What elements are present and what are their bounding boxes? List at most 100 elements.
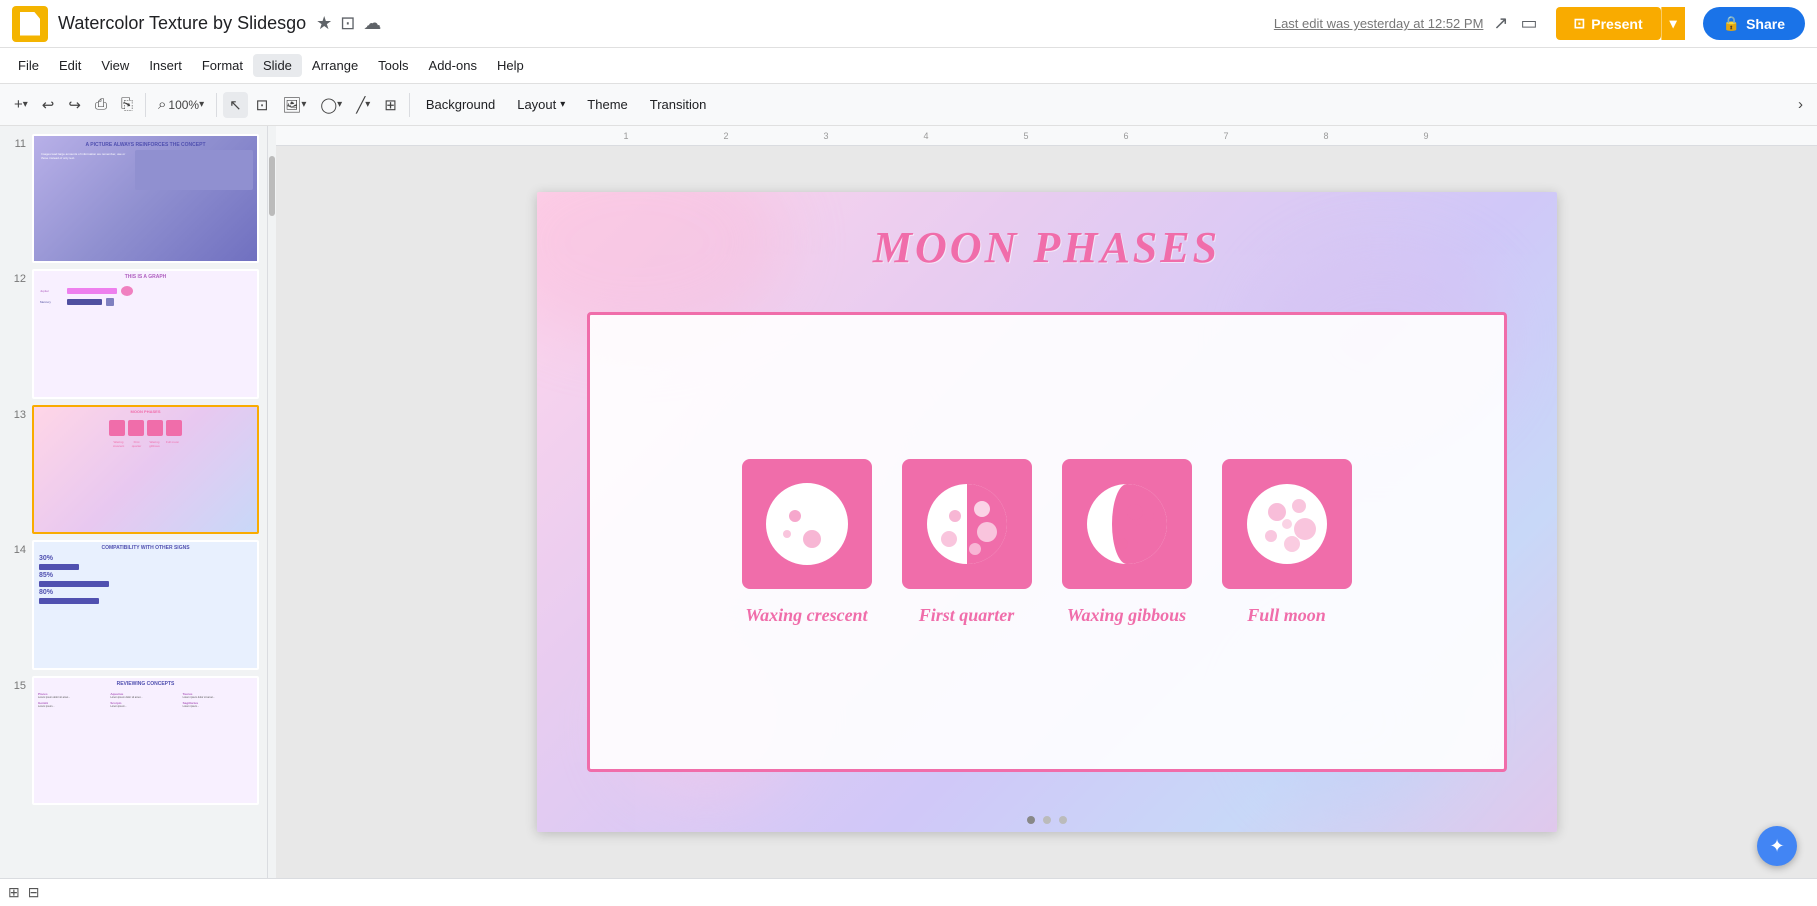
grid-view-button[interactable]: ⊞ — [8, 884, 20, 901]
star-icon[interactable]: ★ — [316, 13, 332, 34]
waxing-crescent-icon — [742, 459, 872, 589]
menu-slide[interactable]: Slide — [253, 54, 302, 77]
waxing-gibbous-label: Waxing gibbous — [1067, 605, 1186, 626]
background-label: Background — [426, 97, 495, 112]
ruler-mark-1: 1 — [576, 131, 676, 141]
menu-help[interactable]: Help — [487, 54, 534, 77]
undo-icon: ↩ — [42, 96, 55, 114]
slide-thumb-img-15[interactable]: REVIEWING CONCEPTS Pisces Lorem ipsum do… — [32, 676, 259, 805]
menu-format[interactable]: Format — [192, 54, 253, 77]
theme-button[interactable]: Theme — [577, 93, 637, 116]
select-shape-button[interactable]: ⊡ — [250, 92, 275, 118]
layout-arrow-icon: ▾ — [560, 99, 565, 110]
slide-thumbnail-14[interactable]: 14 COMPATIBILITY WITH OTHER SIGNS 30% 85… — [8, 540, 259, 669]
shape-button[interactable]: ◯ ▾ — [314, 92, 348, 118]
image-icon: 🖼 — [282, 96, 301, 114]
cloud-icon[interactable]: ☁ — [363, 13, 381, 34]
menu-insert[interactable]: Insert — [139, 54, 192, 77]
header-icons: ↗ ▭ — [1493, 13, 1537, 34]
line-button[interactable]: ╱ ▾ — [350, 92, 376, 118]
moon-phase-full-moon: Full moon — [1222, 459, 1352, 626]
shape-icon: ◯ — [320, 96, 337, 114]
print-icon: ⎙ — [95, 96, 107, 113]
slide-number-12: 12 — [8, 269, 26, 285]
first-quarter-icon — [902, 459, 1032, 589]
transition-label: Transition — [650, 97, 707, 112]
image-button[interactable]: 🖼 ▾ — [276, 92, 312, 118]
moon-phases-box[interactable]: Waxing crescent — [587, 312, 1507, 772]
slide-number-13: 13 — [8, 405, 26, 421]
ruler-mark-4: 4 — [876, 131, 976, 141]
slide-thumbnail-12[interactable]: 12 THIS IS A GRAPH Jupiter Mercury — [8, 269, 259, 398]
slide-number-11: 11 — [8, 134, 26, 150]
present-dropdown-button[interactable]: ▾ — [1661, 7, 1685, 40]
undo-button[interactable]: ↩ — [36, 92, 61, 118]
textbox-button[interactable]: ⊞ — [378, 92, 403, 118]
line-icon: ╱ — [356, 96, 365, 114]
slide-panel-scrollbar[interactable] — [268, 126, 276, 878]
cursor-icon: ↖ — [229, 96, 242, 114]
bottom-bar: ⊞ ⊟ — [0, 878, 1817, 906]
canvas-area: 1 2 3 4 5 6 7 8 9 MOON PHASES — [276, 126, 1817, 878]
textbox-icon: ⊞ — [384, 96, 397, 114]
add-slide-button[interactable]: + ▾ — [8, 92, 34, 117]
separator-3 — [409, 93, 410, 117]
select-tool-button[interactable]: ↖ — [223, 92, 248, 118]
line-dropdown-icon: ▾ — [365, 99, 370, 110]
slide-thumb-img-13[interactable]: MOON PHASES Waxing crescent First quarte… — [32, 405, 259, 534]
zoom-icon: ⌕ — [158, 96, 166, 113]
slide-canvas[interactable]: MOON PHASES — [276, 146, 1817, 878]
ruler-mark-5: 5 — [976, 131, 1076, 141]
moon-phase-waxing-gibbous: Waxing gibbous — [1062, 459, 1192, 626]
slide-thumbnail-15[interactable]: 15 REVIEWING CONCEPTS Pisces Lorem ipsum… — [8, 676, 259, 805]
first-quarter-label: First quarter — [919, 605, 1015, 626]
menu-arrange[interactable]: Arrange — [302, 54, 368, 77]
zoom-button[interactable]: ⌕ 100% ▾ — [152, 92, 210, 117]
share-button[interactable]: 🔒 Share — [1703, 7, 1805, 40]
layout-button[interactable]: Layout ▾ — [507, 93, 575, 116]
collapse-right-button[interactable]: › — [1792, 92, 1809, 117]
menu-view[interactable]: View — [91, 54, 139, 77]
transition-button[interactable]: Transition — [640, 93, 717, 116]
slide-thumbnail-11[interactable]: 11 A PICTURE ALWAYS REINFORCES THE CONCE… — [8, 134, 259, 263]
print-button[interactable]: ⎙ — [89, 92, 113, 117]
paint-format-button[interactable]: ⎘ — [115, 92, 139, 117]
present-button[interactable]: ⊡ Present — [1556, 7, 1661, 40]
slide-thumbnail-13[interactable]: 13 MOON PHASES Waxing crescent First qua… — [8, 405, 259, 534]
slide-number-15: 15 — [8, 676, 26, 692]
moon-phase-first-quarter: First quarter — [902, 459, 1032, 626]
shape-dropdown-icon: ▾ — [337, 99, 342, 110]
menu-edit[interactable]: Edit — [49, 54, 91, 77]
paint-icon: ⎘ — [121, 96, 133, 113]
doc-title[interactable]: Watercolor Texture by Slidesgo — [58, 13, 306, 34]
menubar: File Edit View Insert Format Slide Arran… — [0, 48, 1817, 84]
scrollbar-thumb[interactable] — [269, 156, 275, 216]
slide-thumb-img-14[interactable]: COMPATIBILITY WITH OTHER SIGNS 30% 85% 8… — [32, 540, 259, 669]
ruler-mark-2: 2 — [676, 131, 776, 141]
redo-button[interactable]: ↪ — [62, 92, 87, 118]
full-moon-icon — [1222, 459, 1352, 589]
ruler-mark-9: 9 — [1376, 131, 1476, 141]
last-edit-label: Last edit was yesterday at 12:52 PM — [1274, 16, 1484, 31]
background-button[interactable]: Background — [416, 93, 505, 116]
list-view-button[interactable]: ⊟ — [28, 884, 40, 901]
present-icon: ⊡ — [1574, 15, 1586, 32]
waxing-gibbous-icon — [1062, 459, 1192, 589]
ai-assist-button[interactable]: ✦ — [1757, 826, 1797, 866]
slide-thumb-img-11[interactable]: A PICTURE ALWAYS REINFORCES THE CONCEPT … — [32, 134, 259, 263]
waxing-crescent-label: Waxing crescent — [745, 605, 867, 626]
ruler-mark-3: 3 — [776, 131, 876, 141]
slides-icon[interactable]: ⊡ — [340, 13, 355, 34]
ruler-marks: 1 2 3 4 5 6 7 8 9 — [576, 131, 1476, 141]
plus-icon: + — [14, 96, 23, 113]
menu-addons[interactable]: Add-ons — [419, 54, 487, 77]
slide[interactable]: MOON PHASES — [537, 192, 1557, 832]
moon-phases-row: Waxing crescent — [742, 459, 1352, 626]
comment-icon[interactable]: ▭ — [1521, 13, 1538, 34]
slide-thumb-img-12[interactable]: THIS IS A GRAPH Jupiter Mercury — [32, 269, 259, 398]
activity-icon[interactable]: ↗ — [1493, 13, 1508, 34]
dot-1 — [1027, 816, 1035, 824]
menu-tools[interactable]: Tools — [368, 54, 418, 77]
image-dropdown-icon: ▾ — [301, 99, 306, 110]
menu-file[interactable]: File — [8, 54, 49, 77]
